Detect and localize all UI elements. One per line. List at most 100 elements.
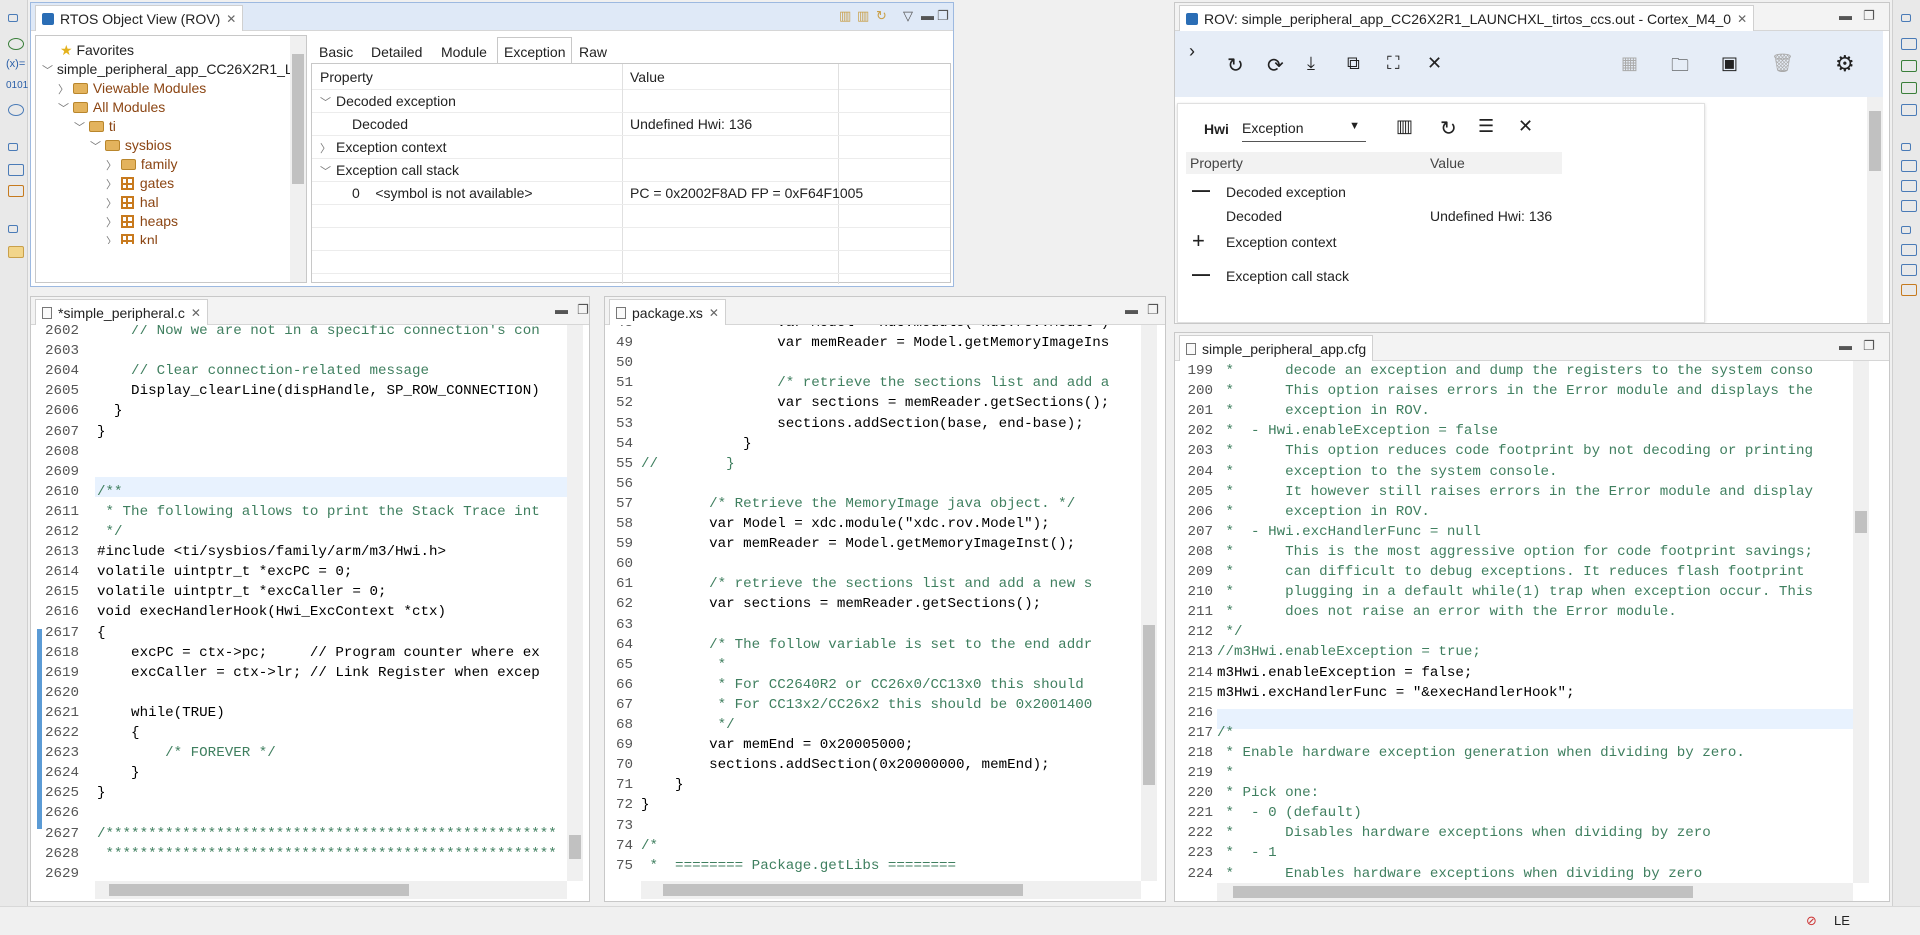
rov-panel-scrollbar[interactable]: [1867, 97, 1883, 323]
error-icon[interactable]: ⊘: [1806, 913, 1817, 929]
minimize-icon[interactable]: ▬: [1125, 302, 1138, 317]
variables-icon[interactable]: (x)=: [6, 58, 25, 70]
table-row[interactable]: 0 <symbol is not available> PC = 0x2002F…: [312, 182, 950, 205]
minimize-icon[interactable]: ▬: [555, 302, 568, 317]
tree-item-hal[interactable]: 〉 hal: [106, 194, 159, 211]
tab-detailed[interactable]: Detailed: [365, 39, 428, 63]
view-menu-icon[interactable]: ▽: [903, 8, 913, 24]
close-icon[interactable]: ✕: [1427, 53, 1442, 74]
editor2-tab[interactable]: package.xs ✕: [609, 299, 726, 325]
project-icon[interactable]: [8, 246, 24, 258]
download-icon[interactable]: ⤓: [1307, 53, 1315, 74]
chevron-right-icon[interactable]: 〉: [58, 84, 69, 96]
memory-icon[interactable]: [1901, 38, 1917, 50]
column-header-value[interactable]: Value: [630, 69, 665, 85]
maximize-icon[interactable]: ❐: [1863, 8, 1875, 24]
refresh-icon[interactable]: ↻: [876, 8, 887, 24]
collapse-icon[interactable]: —: [1192, 180, 1210, 201]
registers-icon[interactable]: 0101: [6, 80, 28, 91]
scrollbar-thumb[interactable]: [1233, 886, 1693, 898]
view-select[interactable]: Exception ▼: [1242, 116, 1366, 142]
tree-item-favorites[interactable]: ★ Favorites: [60, 42, 134, 59]
minimize-icon[interactable]: ▬: [1839, 338, 1852, 353]
close-icon[interactable]: ✕: [709, 306, 719, 320]
maximize-icon[interactable]: ❐: [577, 302, 589, 318]
clone-icon[interactable]: ⧉: [1347, 53, 1360, 74]
editor1-hscrollbar[interactable]: [95, 881, 567, 899]
tree-item-ti[interactable]: ﹀ ti: [74, 118, 116, 135]
scrollbar-thumb[interactable]: [663, 884, 1023, 896]
columns-icon[interactable]: ▥: [1396, 116, 1413, 137]
fullscreen-icon[interactable]: ⛶: [1387, 53, 1400, 74]
collapse-icon[interactable]: —: [1192, 264, 1210, 285]
scrollbar-thumb[interactable]: [109, 884, 409, 896]
restore-icon[interactable]: [8, 14, 18, 22]
table-row[interactable]: Decoded Undefined Hwi: 136: [312, 113, 950, 136]
breakpoints-icon[interactable]: [1901, 60, 1917, 72]
close-icon[interactable]: ✕: [1737, 12, 1747, 26]
menu-icon[interactable]: ☰: [1478, 116, 1494, 137]
chevron-right-icon[interactable]: 〉: [106, 236, 117, 244]
expressions-icon[interactable]: [8, 104, 24, 116]
chevron-right-icon[interactable]: 〉: [106, 160, 117, 172]
tree-item-viewable-modules[interactable]: 〉 Viewable Modules: [58, 80, 206, 97]
table-row[interactable]: + Exception context: [1186, 228, 1562, 254]
tab-basic[interactable]: Basic: [313, 39, 359, 63]
editor2-vscrollbar[interactable]: [1141, 325, 1157, 881]
rov-view-tab[interactable]: RTOS Object View (ROV) ✕: [35, 5, 244, 31]
tree-item-knl[interactable]: 〉 knl: [106, 232, 158, 244]
tree-scrollbar-thumb[interactable]: [292, 54, 304, 184]
close-icon[interactable]: ✕: [191, 306, 201, 320]
code-area-3[interactable]: 199 * decode an exception and dump the r…: [1175, 361, 1889, 901]
maximize-icon[interactable]: ❐: [1147, 302, 1159, 318]
chevron-right-icon[interactable]: 〉: [106, 179, 117, 191]
code-area-1[interactable]: 2602 // Now we are not in a specific con…: [31, 325, 589, 901]
chevron-right-icon[interactable]: 〉: [106, 217, 117, 229]
table-row[interactable]: — Decoded exception: [1186, 180, 1562, 204]
chevron-down-icon[interactable]: ﹀: [74, 122, 85, 134]
chevron-down-icon[interactable]: ﹀: [58, 103, 69, 115]
table-row[interactable]: Decoded Undefined Hwi: 136: [1186, 204, 1562, 228]
hierarchy-icon[interactable]: [1901, 160, 1917, 172]
console-icon[interactable]: [8, 164, 24, 176]
minimize-icon[interactable]: ▬: [1839, 8, 1852, 23]
chevron-down-icon[interactable]: ﹀: [320, 94, 331, 110]
refresh-icon[interactable]: ↻: [1227, 53, 1244, 78]
restore-icon[interactable]: [1901, 143, 1911, 151]
refresh-icon[interactable]: ↻: [1440, 116, 1457, 141]
close-icon[interactable]: ✕: [1518, 116, 1533, 137]
maximize-icon[interactable]: ❐: [1863, 338, 1875, 354]
scrollbar-thumb[interactable]: [1869, 111, 1881, 171]
table-row[interactable]: 〉 Exception context: [312, 136, 950, 159]
minimize-icon[interactable]: ▬: [921, 8, 934, 23]
table-row[interactable]: ﹀ Exception call stack: [312, 159, 950, 182]
restore-icon[interactable]: [8, 143, 18, 151]
tab-exception[interactable]: Exception: [497, 37, 573, 63]
chevron-down-icon[interactable]: ﹀: [90, 141, 101, 153]
chevron-right-icon[interactable]: 〉: [106, 198, 117, 210]
tree-item-all-modules[interactable]: ﹀ All Modules: [58, 99, 165, 116]
graph-icon[interactable]: [1901, 264, 1917, 276]
editor3-hscrollbar[interactable]: [1217, 883, 1853, 901]
table-row[interactable]: ﹀ Decoded exception: [312, 90, 950, 113]
close-icon[interactable]: ✕: [226, 12, 236, 26]
code-area-2[interactable]: 48 var Model = xdc.module('xdc.rov.Model…: [605, 325, 1165, 901]
save-icon[interactable]: ▣: [1721, 53, 1738, 74]
tab-raw[interactable]: Raw: [573, 39, 613, 63]
tree-item-app[interactable]: ﹀ simple_peripheral_app_CC26X2R1_LAUN: [42, 61, 306, 78]
expand-plus-icon[interactable]: +: [1192, 228, 1205, 254]
tools-icon[interactable]: [1901, 284, 1917, 296]
maximize-icon[interactable]: ❐: [937, 8, 949, 24]
gear-icon[interactable]: ⚙: [1835, 51, 1855, 77]
tasks-icon[interactable]: [1901, 244, 1917, 256]
editor3-tab[interactable]: simple_peripheral_app.cfg: [1179, 335, 1374, 361]
scrollbar-thumb[interactable]: [1143, 625, 1155, 785]
scrollbar-thumb[interactable]: [569, 835, 581, 859]
table-row[interactable]: — Exception call stack: [1186, 264, 1562, 288]
column-header-property[interactable]: Property: [320, 69, 373, 85]
tree-item-heaps[interactable]: 〉 heaps: [106, 213, 178, 230]
tree-item-sysbios[interactable]: ﹀ sysbios: [90, 137, 172, 154]
editor2-hscrollbar[interactable]: [641, 881, 1141, 899]
bar-icon[interactable]: [1901, 200, 1917, 212]
editor3-vscrollbar[interactable]: [1853, 361, 1869, 883]
